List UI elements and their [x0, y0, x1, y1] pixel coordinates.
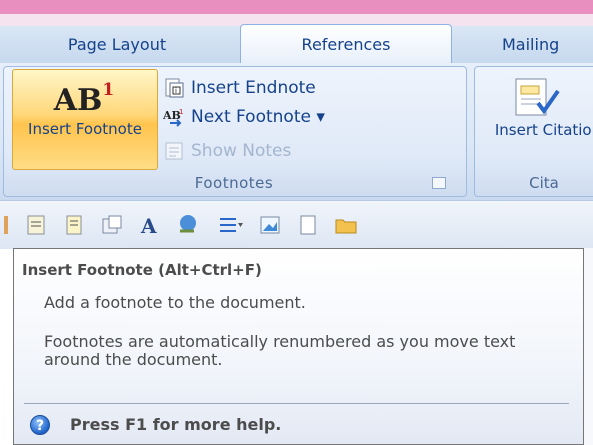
- quick-access-toolbar: A: [0, 200, 593, 249]
- dialog-launcher-icon[interactable]: [432, 177, 446, 189]
- attach-icon[interactable]: [100, 213, 124, 237]
- tab-references[interactable]: References: [240, 24, 452, 65]
- document-icon[interactable]: [62, 213, 86, 237]
- tooltip-help-text: Press F1 for more help.: [70, 415, 282, 434]
- svg-text:i: i: [175, 87, 177, 95]
- svg-text:A: A: [140, 214, 157, 237]
- show-notes-label: Show Notes: [191, 141, 292, 161]
- tooltip-title: Insert Footnote (Alt+Ctrl+F): [22, 261, 262, 279]
- insert-citation-label: Insert Citation: [494, 121, 593, 139]
- background-edge: [584, 248, 593, 445]
- next-footnote-button[interactable]: AB 1 Next Footnote ▾: [163, 101, 325, 133]
- next-footnote-icon: AB 1: [163, 108, 183, 127]
- toolbar-edge-icon: [4, 216, 8, 234]
- insert-endnote-icon: i: [165, 78, 184, 98]
- hyperlink-icon[interactable]: [176, 213, 200, 237]
- text-style-icon[interactable]: A: [138, 213, 162, 237]
- page-icon[interactable]: [296, 213, 320, 237]
- insert-footnote-icon-text: AB: [53, 83, 103, 118]
- show-notes-icon: [165, 142, 183, 160]
- insert-footnote-button[interactable]: AB1 Insert Footnote: [12, 69, 158, 170]
- folder-icon[interactable]: [334, 213, 358, 237]
- insert-citation-button[interactable]: Insert Citation: [478, 69, 593, 168]
- tab-page-layout[interactable]: Page Layout: [0, 26, 234, 63]
- insert-endnote-label: Insert Endnote: [191, 78, 316, 98]
- footnotes-group-label: Footnotes: [194, 174, 274, 192]
- svg-text:1: 1: [179, 108, 183, 116]
- insert-footnote-label: Insert Footnote: [28, 120, 142, 138]
- insert-footnote-icon-superscript: 1: [102, 80, 115, 100]
- tooltip-divider: [24, 403, 569, 404]
- insert-footnote-icon: AB1: [39, 80, 129, 118]
- citations-group-label: Cita: [529, 174, 559, 192]
- help-icon: ?: [30, 415, 50, 435]
- form-icon[interactable]: [24, 213, 48, 237]
- next-footnote-label: Next Footnote ▾: [191, 107, 325, 127]
- picture-icon[interactable]: [258, 213, 282, 237]
- list-icon[interactable]: [214, 213, 244, 237]
- show-notes-button[interactable]: Show Notes: [163, 135, 291, 167]
- insert-endnote-button[interactable]: i Insert Endnote: [163, 72, 316, 104]
- window-title-bar: [0, 0, 593, 14]
- tooltip: Insert Footnote (Alt+Ctrl+F) Add a footn…: [13, 248, 584, 445]
- ribbon-tab-row: Page Layout References Mailing: [0, 24, 593, 65]
- tooltip-description: Add a footnote to the document.: [44, 293, 306, 312]
- tooltip-detail: Footnotes are automatically renumbered a…: [44, 332, 516, 369]
- citation-icon: [515, 78, 560, 116]
- tab-mailings[interactable]: Mailing: [502, 26, 593, 63]
